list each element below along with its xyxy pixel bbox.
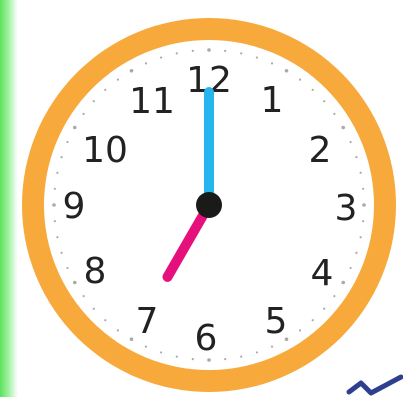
tick-mark: [349, 140, 352, 144]
tick-mark: [311, 319, 314, 322]
tick-mark: [255, 56, 258, 59]
tick-mark: [323, 100, 326, 103]
tick-mark: [116, 329, 119, 332]
tick-mark: [175, 355, 178, 358]
tick-mark: [144, 62, 148, 65]
tick-mark: [270, 345, 274, 348]
tick-mark: [355, 251, 358, 254]
tick-mark: [359, 171, 362, 174]
tick-mark: [129, 68, 134, 73]
tick-mark: [362, 187, 365, 190]
tick-mark: [129, 337, 134, 342]
numeral-8: 8: [84, 251, 107, 292]
tick-mark: [60, 156, 63, 159]
tick-mark: [104, 319, 107, 322]
numeral-4: 4: [311, 253, 334, 294]
tick-mark: [341, 280, 346, 285]
tick-mark: [299, 329, 302, 332]
tick-mark: [341, 125, 346, 130]
tick-mark: [333, 295, 336, 298]
tick-mark: [144, 345, 148, 348]
tick-mark: [240, 52, 243, 55]
checkmark-icon: [346, 374, 403, 396]
tick-mark: [116, 78, 119, 81]
numeral-3: 3: [335, 188, 358, 229]
tick-mark: [66, 266, 69, 270]
tick-mark: [53, 220, 56, 223]
tick-mark: [349, 266, 352, 270]
tick-mark: [333, 112, 336, 115]
tick-mark: [224, 358, 227, 361]
tick-mark: [191, 49, 194, 52]
tick-mark: [362, 220, 365, 223]
numeral-11: 11: [129, 81, 175, 122]
tick-mark: [355, 156, 358, 159]
tick-mark: [299, 78, 302, 81]
tick-mark: [66, 140, 69, 144]
tick-mark: [224, 49, 227, 52]
tick-mark: [72, 125, 77, 130]
numeral-9: 9: [63, 186, 86, 227]
tick-mark: [60, 251, 63, 254]
tick-mark: [53, 187, 56, 190]
tick-mark: [72, 280, 77, 285]
tick-mark: [284, 68, 289, 73]
tick-mark: [104, 88, 107, 91]
tick-mark: [255, 351, 258, 354]
tick-mark: [240, 355, 243, 358]
analog-clock: 12 1 2 3 4 5 6 7 8 9 10 11: [22, 18, 396, 392]
numeral-1: 1: [261, 80, 284, 121]
tick-mark: [311, 88, 314, 91]
tick-mark: [52, 203, 56, 207]
tick-mark: [160, 56, 163, 59]
numeral-6: 6: [195, 318, 218, 359]
tick-mark: [92, 100, 95, 103]
tick-mark: [82, 112, 85, 115]
tick-mark: [160, 351, 163, 354]
tick-mark: [92, 307, 95, 310]
tick-mark: [270, 62, 274, 65]
tick-mark: [56, 171, 59, 174]
tick-mark: [207, 48, 211, 52]
center-pivot: [196, 192, 222, 218]
numeral-7: 7: [136, 301, 159, 342]
numeral-10: 10: [82, 130, 128, 171]
tick-mark: [175, 52, 178, 55]
tick-mark: [359, 236, 362, 239]
tick-mark: [323, 307, 326, 310]
numeral-2: 2: [309, 130, 332, 171]
numeral-5: 5: [265, 301, 288, 342]
tick-mark: [362, 203, 366, 207]
tick-mark: [56, 236, 59, 239]
tick-mark: [82, 295, 85, 298]
